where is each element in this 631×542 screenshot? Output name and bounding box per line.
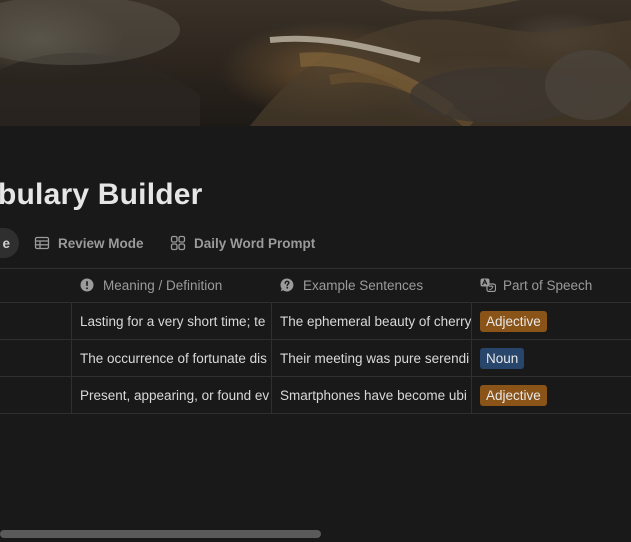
column-header-meaning[interactable]: Meaning / Definition: [80, 268, 222, 302]
cell-text: Present, appearing, or found ev: [80, 388, 270, 403]
page-title: bulary Builder: [0, 178, 203, 211]
column-header-label: Meaning / Definition: [103, 277, 223, 293]
column-header-label: Example Sentences: [303, 277, 424, 293]
tab-daily-word-prompt[interactable]: Daily Word Prompt: [170, 228, 315, 258]
table-cell-example[interactable]: The ephemeral beauty of cherry: [272, 303, 471, 340]
gallery-icon: [170, 235, 186, 251]
tab-label: e: [2, 235, 10, 251]
tag-adjective: Adjective: [480, 385, 547, 406]
info-circle-icon: [80, 278, 94, 292]
cell-text: Their meeting was pure serendi: [280, 351, 470, 366]
tag-noun: Noun: [480, 348, 525, 369]
tab-label: Review Mode: [58, 235, 144, 251]
horizontal-scrollbar[interactable]: [0, 530, 321, 538]
table-cell-part-of-speech[interactable]: Noun: [472, 340, 631, 377]
cover-image: [0, 0, 631, 126]
table-cell-meaning[interactable]: The occurrence of fortunate dis: [72, 340, 271, 377]
tag-adjective: Adjective: [480, 311, 547, 332]
tab-label: Daily Word Prompt: [194, 235, 316, 251]
table-cell-meaning[interactable]: Present, appearing, or found ev: [72, 377, 271, 414]
table-cell-example[interactable]: Their meeting was pure serendi: [272, 340, 471, 377]
column-header-label: Part of Speech: [503, 277, 593, 293]
cell-text: Smartphones have become ubi: [280, 388, 467, 403]
tab-current-view[interactable]: e: [0, 228, 19, 258]
column-header-examples[interactable]: Example Sentences: [280, 268, 423, 302]
cell-text: The occurrence of fortunate dis: [80, 351, 267, 366]
cell-text: The ephemeral beauty of cherry: [280, 314, 471, 329]
table-cell-meaning[interactable]: Lasting for a very short time; te: [72, 303, 271, 340]
translate-icon: [480, 278, 497, 293]
question-bubble-icon: [280, 278, 294, 292]
table-cell-part-of-speech[interactable]: Adjective: [472, 377, 631, 414]
tab-review-mode[interactable]: Review Mode: [34, 228, 144, 258]
table-cell-example[interactable]: Smartphones have become ubi: [272, 377, 471, 414]
table-cell-part-of-speech[interactable]: Adjective: [472, 303, 631, 340]
table-icon: [34, 235, 50, 251]
column-header-part-of-speech[interactable]: Part of Speech: [480, 268, 592, 302]
cell-text: Lasting for a very short time; te: [80, 314, 266, 329]
